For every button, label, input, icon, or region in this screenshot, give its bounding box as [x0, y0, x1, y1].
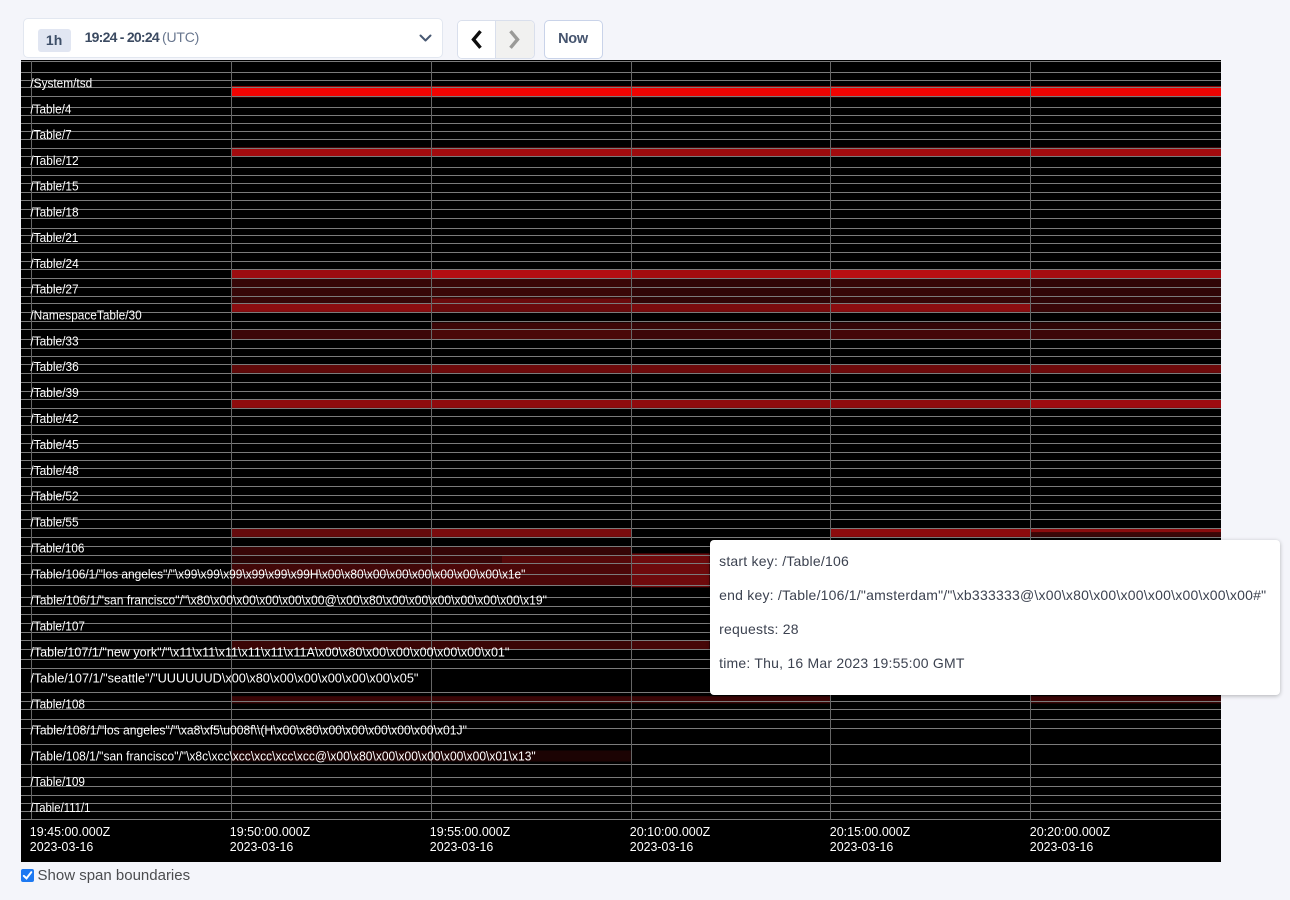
svg-text:/Table/12: /Table/12	[30, 154, 78, 168]
svg-text:/Table/107/1/"seattle"/"UUUUUU: /Table/107/1/"seattle"/"UUUUUUD\x00\x80\…	[30, 672, 418, 686]
svg-text:/Table/39: /Table/39	[30, 386, 78, 400]
svg-text:/Table/48: /Table/48	[30, 464, 78, 478]
svg-text:/System/tsd: /System/tsd	[30, 77, 92, 91]
svg-text:2023-03-16: 2023-03-16	[30, 840, 94, 854]
svg-text:/Table/106/1/"los angeles"/"\x: /Table/106/1/"los angeles"/"\x99\x99\x99…	[30, 568, 525, 582]
svg-text:/Table/18: /Table/18	[30, 206, 78, 220]
svg-text:/Table/36: /Table/36	[30, 360, 78, 374]
svg-text:/Table/107/1/"new york"/"\x11\: /Table/107/1/"new york"/"\x11\x11\x11\x1…	[30, 646, 509, 660]
svg-text:19:45:00.000Z: 19:45:00.000Z	[30, 825, 111, 839]
svg-text:2023-03-16: 2023-03-16	[1030, 840, 1094, 854]
svg-text:20:15:00.000Z: 20:15:00.000Z	[830, 825, 911, 839]
svg-text:/Table/33: /Table/33	[30, 335, 78, 349]
svg-text:20:20:00.000Z: 20:20:00.000Z	[1030, 825, 1111, 839]
svg-text:2023-03-16: 2023-03-16	[430, 840, 494, 854]
svg-text:/Table/108/1/"san francisco"/": /Table/108/1/"san francisco"/"\x8c\xcc\x…	[30, 750, 535, 764]
svg-text:2023-03-16: 2023-03-16	[630, 840, 694, 854]
svg-text:/Table/7: /Table/7	[30, 128, 71, 142]
svg-text:/Table/45: /Table/45	[30, 438, 78, 452]
svg-text:2023-03-16: 2023-03-16	[830, 840, 894, 854]
svg-text:/Table/21: /Table/21	[30, 231, 78, 245]
svg-text:/Table/108: /Table/108	[30, 698, 85, 712]
svg-text:2023-03-16: 2023-03-16	[230, 840, 293, 854]
svg-text:/Table/106: /Table/106	[30, 542, 84, 556]
svg-text:/Table/109: /Table/109	[30, 775, 85, 789]
svg-text:/Table/24: /Table/24	[30, 257, 78, 271]
svg-text:/Table/27: /Table/27	[30, 283, 78, 297]
svg-text:20:10:00.000Z: 20:10:00.000Z	[630, 825, 711, 839]
svg-text:/Table/4: /Table/4	[30, 103, 71, 117]
svg-text:/Table/15: /Table/15	[30, 180, 78, 194]
svg-text:19:50:00.000Z: 19:50:00.000Z	[230, 825, 311, 839]
svg-text:/NamespaceTable/30: /NamespaceTable/30	[30, 309, 141, 323]
svg-text:/Table/55: /Table/55	[30, 516, 78, 530]
svg-text:/Table/42: /Table/42	[30, 412, 78, 426]
svg-text:/Table/111/1: /Table/111/1	[30, 801, 90, 815]
svg-text:19:55:00.000Z: 19:55:00.000Z	[430, 825, 511, 839]
svg-text:/Table/108/1/"los angeles"/"\x: /Table/108/1/"los angeles"/"\xa8\xf5\u00…	[30, 724, 467, 738]
svg-text:/Table/107: /Table/107	[30, 620, 85, 634]
svg-text:/Table/52: /Table/52	[30, 490, 78, 504]
svg-text:/Table/106/1/"san francisco"/": /Table/106/1/"san francisco"/"\x80\x00\x…	[30, 594, 547, 608]
